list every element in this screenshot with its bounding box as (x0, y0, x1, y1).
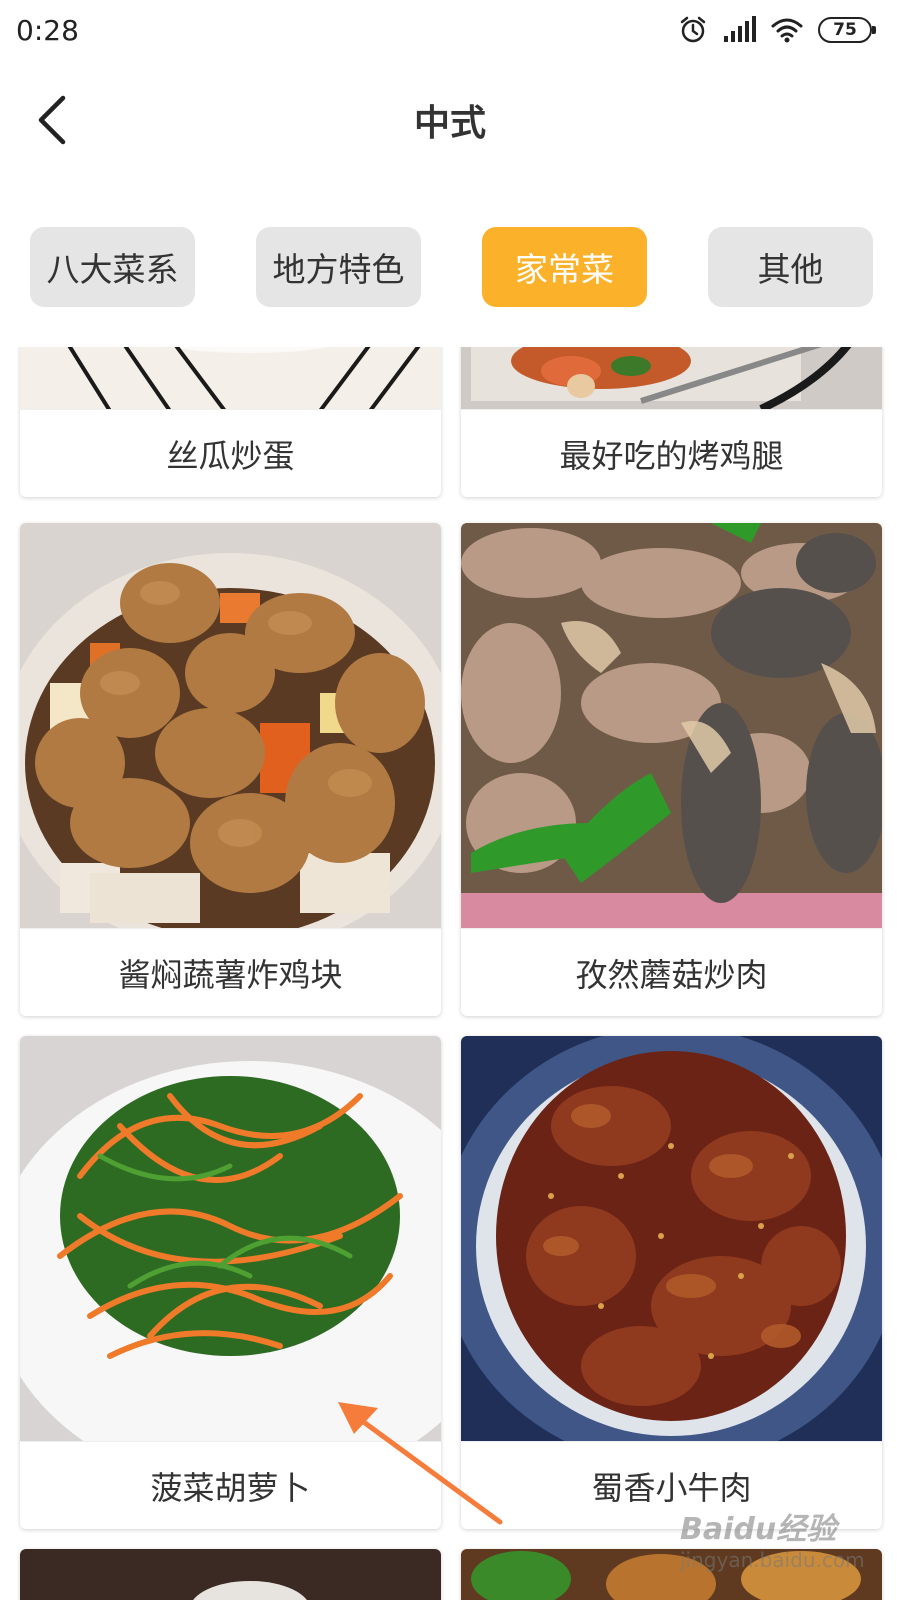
dish-image (461, 1036, 882, 1441)
annotation-arrow-icon (338, 1402, 503, 1525)
dish-card-chicken-leg[interactable]: 最好吃的烤鸡腿 (461, 347, 882, 497)
category-tabs: 八大菜系 地方特色 家常菜 其他 (30, 227, 873, 307)
battery-icon: 75 (818, 17, 876, 43)
status-bar: 0:28 75 (0, 0, 900, 60)
wifi-icon (771, 18, 803, 43)
watermark: Baidu经验 jingyan.baidu.com (680, 1504, 870, 1584)
status-time: 0:28 (16, 14, 79, 47)
dish-card-sichuan-beef[interactable]: 蜀香小牛肉 (461, 1036, 882, 1529)
tab-home-cooking[interactable]: 家常菜 (482, 227, 647, 307)
header: 中式 (0, 60, 900, 180)
dish-name: 丝瓜炒蛋 (20, 409, 441, 497)
dish-image (461, 347, 882, 409)
dish-card-braised-chicken[interactable]: 酱焖蔬薯炸鸡块 (20, 523, 441, 1016)
dish-image (20, 347, 441, 409)
status-icons: 75 (678, 14, 876, 46)
tab-eight-cuisines[interactable]: 八大菜系 (30, 227, 195, 307)
dish-image (20, 523, 441, 928)
dish-name: 最好吃的烤鸡腿 (461, 409, 882, 497)
page-title: 中式 (413, 103, 486, 144)
dish-card-cumin-mushroom[interactable]: 孜然蘑菇炒肉 (461, 523, 882, 1016)
dish-card-sigua[interactable]: 丝瓜炒蛋 (20, 347, 441, 497)
alarm-icon (680, 16, 706, 43)
dish-image (20, 1036, 441, 1441)
dish-name: 酱焖蔬薯炸鸡块 (20, 928, 441, 1016)
watermark-url: jingyan.baidu.com (680, 1548, 865, 1572)
dish-name: 孜然蘑菇炒肉 (461, 928, 882, 1016)
dish-image (461, 523, 882, 928)
dish-image (20, 1549, 441, 1600)
dish-card-next-left[interactable] (20, 1549, 441, 1600)
tab-local-specialty[interactable]: 地方特色 (256, 227, 421, 307)
signal-icon (724, 16, 756, 42)
watermark-logo: Baidu经验 (680, 1512, 837, 1547)
tab-other[interactable]: 其他 (708, 227, 873, 307)
